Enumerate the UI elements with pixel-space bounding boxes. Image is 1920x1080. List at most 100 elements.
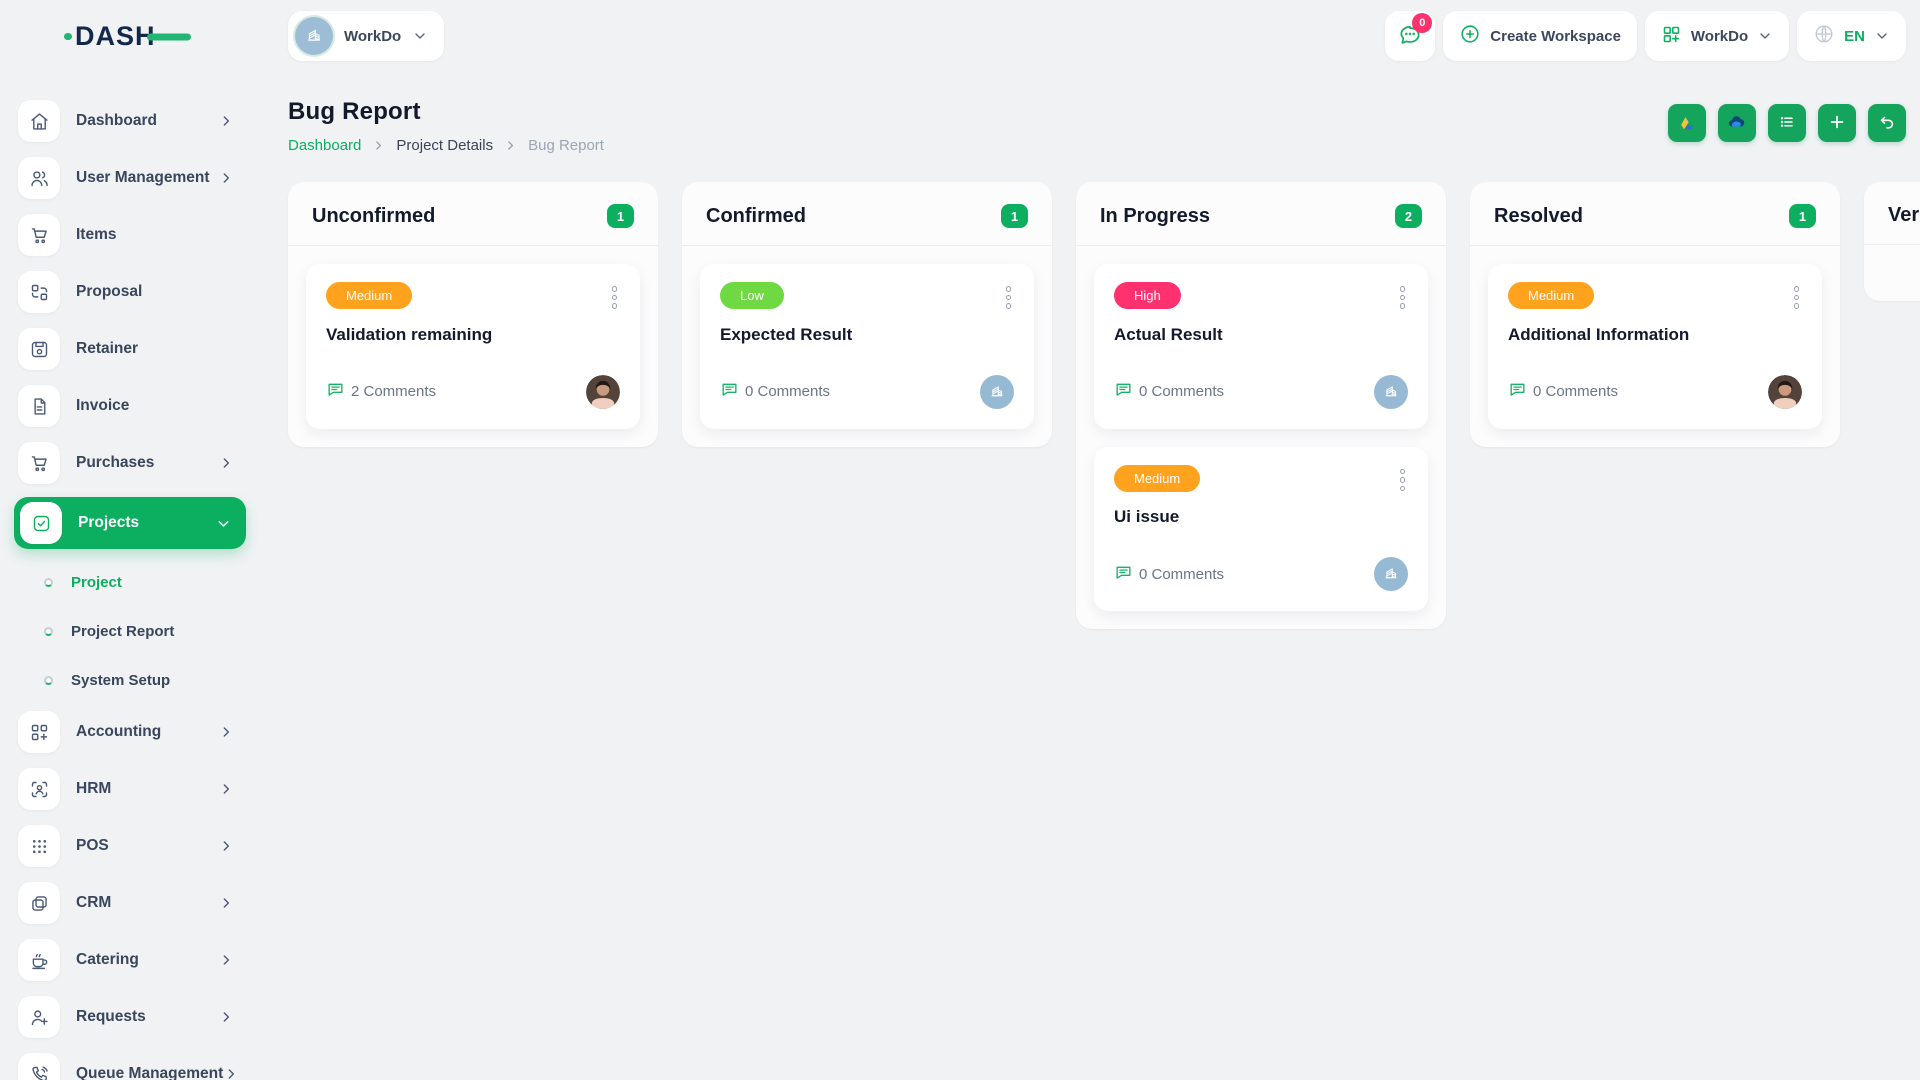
sidebar-item-retainer[interactable]: Retainer <box>14 326 246 372</box>
column-title: Veri <box>1888 204 1920 227</box>
sidebar-item-label: Projects <box>78 514 139 532</box>
undo-icon <box>1877 112 1897 135</box>
priority-badge: Medium <box>1114 465 1200 492</box>
sidebar-subitem-project-report[interactable]: Project Report <box>14 611 246 651</box>
onedrive-button[interactable] <box>1718 104 1756 142</box>
sidebar-item-items[interactable]: Items <box>14 212 246 258</box>
sidebar-item-projects[interactable]: Projects <box>14 497 246 549</box>
sidebar-item-label: Purchases <box>76 454 154 472</box>
onedrive-icon <box>1726 111 1748 136</box>
card-comments[interactable]: 0 Comments <box>1508 380 1618 403</box>
column-title: In Progress <box>1100 205 1210 228</box>
card-menu-button[interactable] <box>1397 282 1409 313</box>
sidebar-subitem-system-setup[interactable]: System Setup <box>14 660 246 700</box>
card-comments[interactable]: 0 Comments <box>1114 380 1224 403</box>
comments-count: 0 Comments <box>1139 566 1224 583</box>
column-header: Unconfirmed1 <box>288 182 658 246</box>
workspace-logo-avatar[interactable] <box>1374 557 1408 591</box>
sidebar-item-invoice[interactable]: Invoice <box>14 383 246 429</box>
comments-count: 2 Comments <box>351 383 436 400</box>
sidebar-item-requests[interactable]: Requests <box>14 994 246 1040</box>
user-avatar[interactable] <box>1768 375 1802 409</box>
back-button[interactable] <box>1868 104 1906 142</box>
dash-logo-icon: DASH <box>64 19 192 53</box>
user-avatar[interactable] <box>586 375 620 409</box>
google-drive-button[interactable] <box>1668 104 1706 142</box>
comments-count: 0 Comments <box>1139 383 1224 400</box>
sidebar-item-accounting[interactable]: Accounting <box>14 709 246 755</box>
comment-icon <box>720 380 739 403</box>
card-menu-button[interactable] <box>1791 282 1803 313</box>
chevron-right-icon <box>218 838 234 854</box>
card-comments[interactable]: 2 Comments <box>326 380 436 403</box>
workspace-grid-icon <box>1661 24 1682 49</box>
cart-icon <box>18 214 60 256</box>
chevron-right-icon <box>218 455 234 471</box>
language-selector[interactable]: EN <box>1797 11 1906 61</box>
breadcrumb: DashboardProject DetailsBug Report <box>288 137 604 154</box>
card-menu-button[interactable] <box>1003 282 1015 313</box>
priority-badge: Medium <box>1508 282 1594 309</box>
sidebar-item-label: Queue Management <box>76 1065 223 1080</box>
sidebar-item-pos[interactable]: POS <box>14 823 246 869</box>
sidebar-item-purchases[interactable]: Purchases <box>14 440 246 486</box>
card-footer: 2 Comments <box>326 375 620 409</box>
users-icon <box>18 157 60 199</box>
sidebar-item-hrm[interactable]: HRM <box>14 766 246 812</box>
sidebar-item-crm[interactable]: CRM <box>14 880 246 926</box>
user-scan-icon <box>18 768 60 810</box>
kanban-column-confirmed: Confirmed1 LowExpected Result0 Comments <box>682 182 1052 447</box>
card-comments[interactable]: 0 Comments <box>720 380 830 403</box>
copy-squares-icon <box>18 882 60 924</box>
card-comments[interactable]: 0 Comments <box>1114 563 1224 586</box>
chevron-right-icon <box>218 724 234 740</box>
card-menu-button[interactable] <box>1397 465 1409 496</box>
workspace-name: WorkDo <box>344 28 401 45</box>
messages-button[interactable]: 0 <box>1385 11 1435 61</box>
card-title: Additional Information <box>1508 325 1802 345</box>
comments-count: 0 Comments <box>1533 383 1618 400</box>
sidebar: Dashboard User Management Items Proposal Ret… <box>0 72 260 1080</box>
comment-icon <box>1114 563 1133 586</box>
list-view-button[interactable] <box>1768 104 1806 142</box>
sidebar-item-label: Catering <box>76 951 139 969</box>
sidebar-item-label: User Management <box>76 169 210 187</box>
sidebar-item-label: HRM <box>76 780 111 798</box>
breadcrumb-separator-icon <box>372 139 385 152</box>
workspace-selector[interactable]: WorkDo <box>288 11 444 61</box>
chevron-right-icon <box>218 113 234 129</box>
sidebar-subitem-project[interactable]: Project <box>14 562 246 602</box>
sidebar-item-label: Invoice <box>76 397 129 415</box>
column-title: Unconfirmed <box>312 205 435 228</box>
sidebar-item-label: Accounting <box>76 723 161 741</box>
sidebar-item-label: Proposal <box>76 283 142 301</box>
brand-logo[interactable]: DASH <box>0 19 260 53</box>
column-count-badge: 1 <box>1789 204 1816 228</box>
task-card[interactable]: Medium Additional Information 0 Comments <box>1488 264 1822 429</box>
create-workspace-button[interactable]: Create Workspace <box>1443 11 1637 61</box>
workspace-logo-avatar[interactable] <box>1374 375 1408 409</box>
sidebar-item-proposal[interactable]: Proposal <box>14 269 246 315</box>
main-content: Bug Report DashboardProject DetailsBug R… <box>260 72 1920 1080</box>
workspace-logo-avatar[interactable] <box>980 375 1014 409</box>
task-card[interactable]: MediumValidation remaining2 Comments <box>306 264 640 429</box>
sidebar-item-label: CRM <box>76 894 111 912</box>
sidebar-item-dashboard[interactable]: Dashboard <box>14 98 246 144</box>
column-title: Resolved <box>1494 205 1583 228</box>
chevron-right-icon <box>223 1066 239 1080</box>
breadcrumb-project-details[interactable]: Project Details <box>396 137 493 154</box>
workspace-menu-button[interactable]: WorkDo <box>1645 11 1789 61</box>
language-code: EN <box>1844 28 1865 45</box>
sidebar-item-catering[interactable]: Catering <box>14 937 246 983</box>
breadcrumb-dashboard[interactable]: Dashboard <box>288 137 361 154</box>
column-header: Confirmed1 <box>682 182 1052 246</box>
task-card[interactable]: LowExpected Result0 Comments <box>700 264 1034 429</box>
sidebar-item-user-management[interactable]: User Management <box>14 155 246 201</box>
card-menu-button[interactable] <box>609 282 621 313</box>
page-header: Bug Report DashboardProject DetailsBug R… <box>288 98 1920 154</box>
building-icon <box>295 17 333 55</box>
task-card[interactable]: MediumUi issue0 Comments <box>1094 447 1428 612</box>
add-button[interactable] <box>1818 104 1856 142</box>
sidebar-item-queue-management[interactable]: Queue Management <box>14 1051 246 1080</box>
task-card[interactable]: HighActual Result0 Comments <box>1094 264 1428 429</box>
